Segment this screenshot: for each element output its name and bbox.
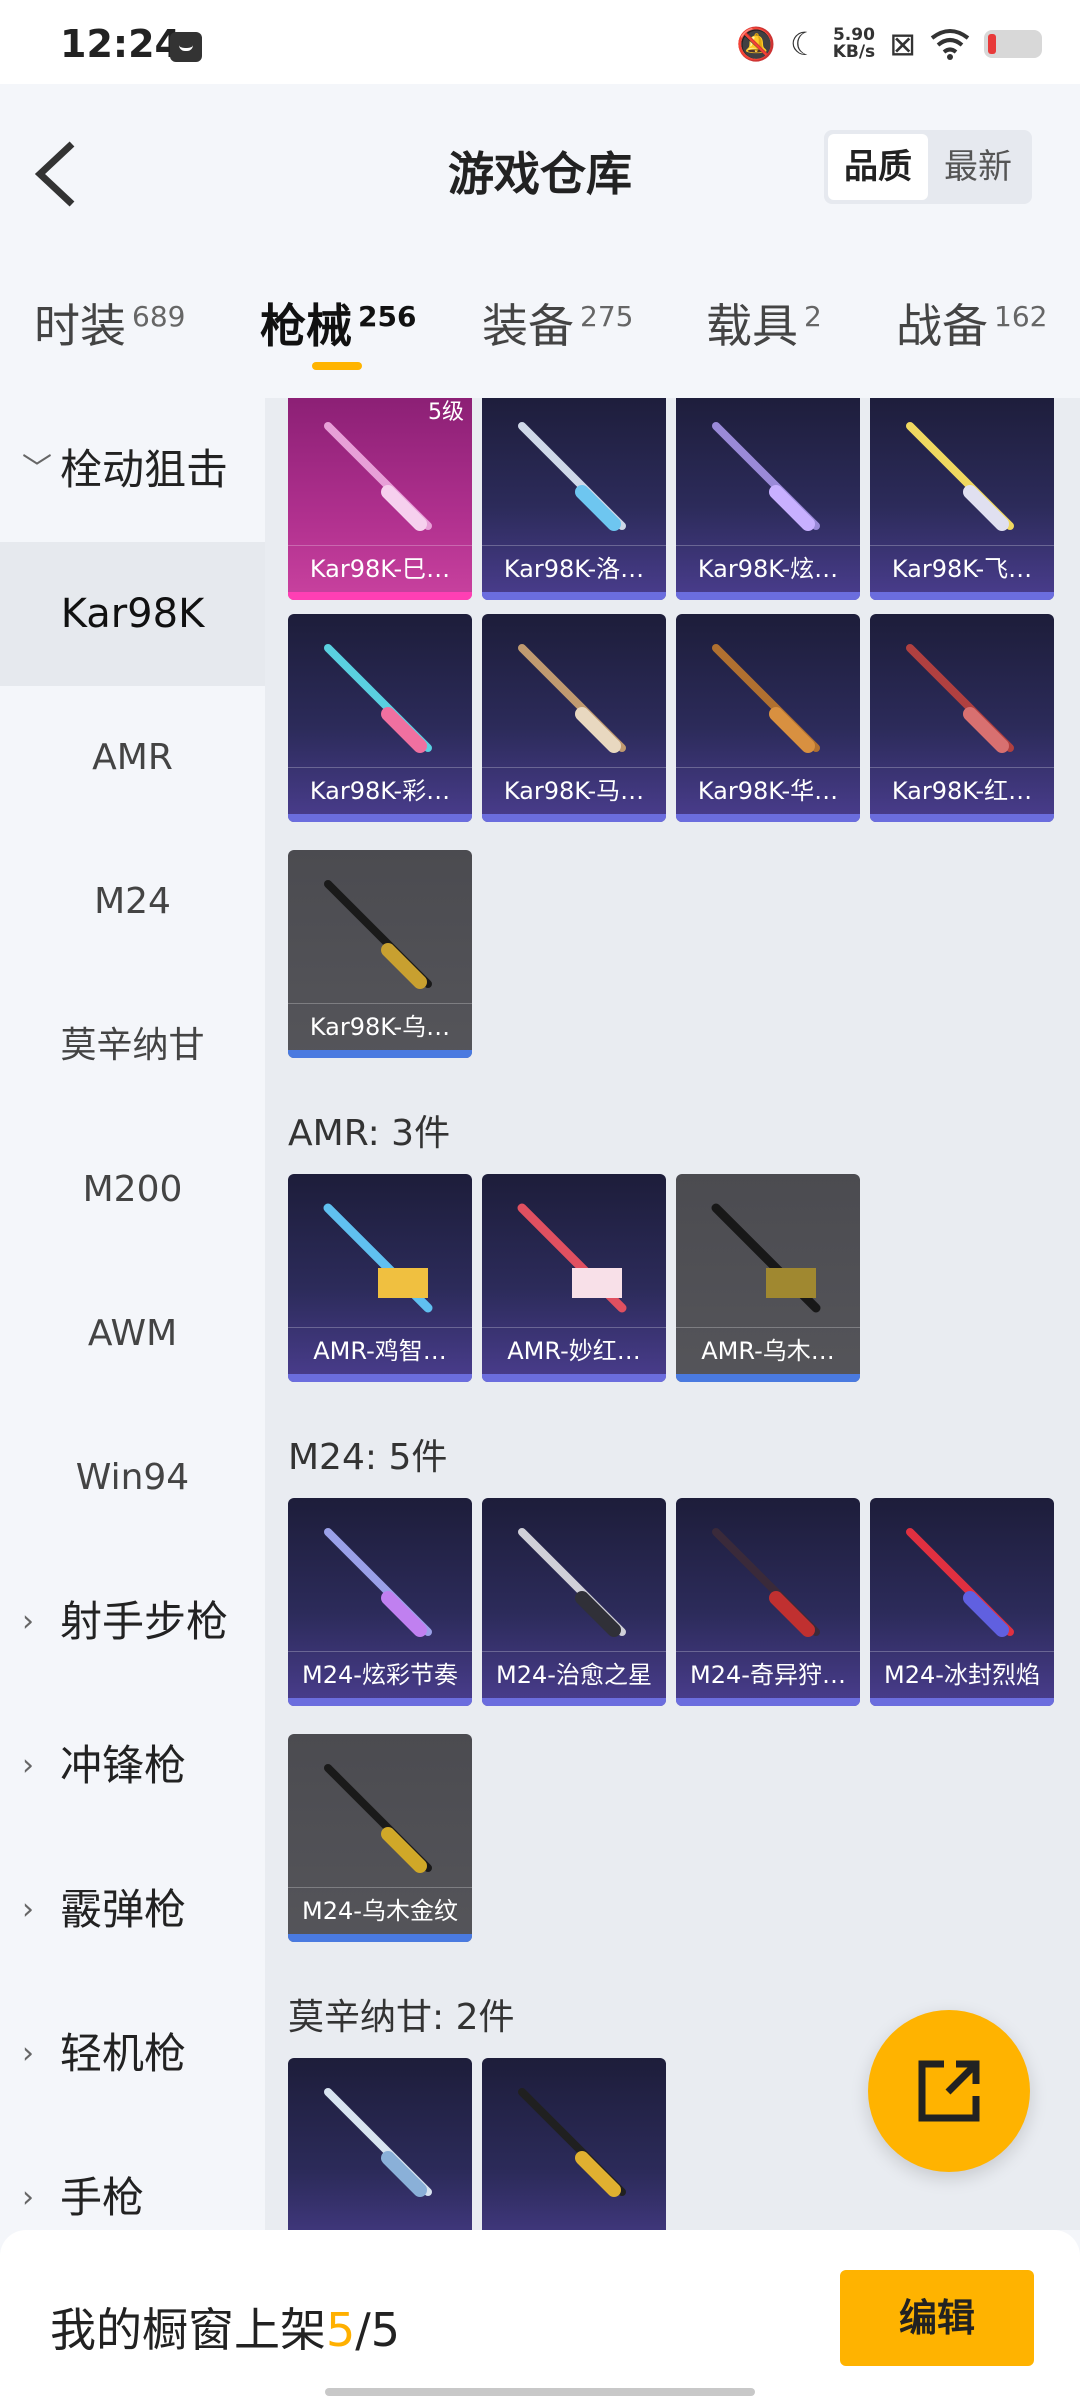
weapon-skin-card[interactable]: AMR-乌木… — [676, 1174, 860, 1382]
tab-vehicles[interactable]: 载具 2 — [706, 290, 822, 356]
chevron-down-icon: ﹀ — [22, 452, 52, 487]
weapon-skin-card[interactable]: Kar98K-乌… — [288, 850, 472, 1058]
sidebar-item-amr[interactable]: AMR — [0, 686, 265, 830]
chevron-right-icon: › — [22, 1892, 34, 1927]
weapon-skin-grid: 5级 Kar98K-巳… Kar98K-洛… Kar98K-炫… Kar98K-… — [265, 398, 1080, 2230]
rifle-skin-icon — [518, 1528, 626, 1637]
sidebar-group-bolt-action[interactable]: ﹀ 栓动狙击 — [0, 398, 265, 542]
chevron-right-icon: › — [22, 2180, 34, 2215]
sidebar-item-win94[interactable]: Win94 — [0, 1406, 265, 1550]
status-icons: 🔕 ☾ 5.90 KB/s ⊠ — [736, 24, 1042, 64]
sidebar-item-kar98k[interactable]: Kar98K — [0, 542, 265, 686]
rifle-skin-icon — [906, 1528, 1014, 1637]
weapon-skin-card[interactable] — [288, 2058, 472, 2230]
edit-button[interactable]: 编辑 — [840, 2270, 1034, 2366]
chevron-right-icon: › — [22, 1604, 34, 1639]
sort-newest-button[interactable]: 最新 — [928, 134, 1028, 200]
sidebar-group-shotgun[interactable]: › 霰弹枪 — [0, 1838, 265, 1982]
sort-toggle: 品质 最新 — [824, 130, 1032, 204]
rifle-skin-icon — [518, 644, 626, 753]
tab-fashion[interactable]: 时装 689 — [34, 290, 185, 356]
chevron-right-icon: › — [22, 1748, 34, 1783]
share-button[interactable] — [868, 2010, 1030, 2172]
status-bar: 12:24 🔕 ☾ 5.90 KB/s ⊠ — [0, 0, 1080, 84]
message-notification-icon — [170, 32, 202, 62]
rifle-skin-icon — [518, 422, 626, 531]
share-external-icon — [918, 2060, 980, 2122]
weapon-skin-card[interactable]: AMR-妙红… — [482, 1174, 666, 1382]
sidebar-group-lmg[interactable]: › 轻机枪 — [0, 1982, 265, 2126]
wifi-icon — [930, 29, 970, 60]
rifle-skin-icon — [324, 1528, 432, 1637]
tab-equipment[interactable]: 装备 275 — [482, 290, 633, 356]
section-title-mosin: 莫辛纳甘: 2件 — [288, 1997, 515, 2038]
rifle-skin-icon — [712, 422, 820, 531]
showcase-count: 我的橱窗上架5/5 — [50, 2303, 401, 2357]
sidebar-group-smg[interactable]: › 冲锋枪 — [0, 1694, 265, 1838]
weapon-skin-card[interactable]: Kar98K-洛… — [482, 398, 666, 600]
tab-guns[interactable]: 枪械 256 — [260, 290, 416, 356]
status-time: 12:24 — [60, 22, 181, 66]
sim-off-icon: ⊠ — [889, 25, 916, 63]
weapon-skin-card[interactable]: Kar98K-马… — [482, 614, 666, 822]
weapon-skin-card[interactable]: M24-奇异狩… — [676, 1498, 860, 1706]
mute-bell-icon: 🔕 — [736, 25, 777, 63]
rifle-skin-icon — [324, 422, 432, 531]
rifle-skin-icon — [712, 644, 820, 753]
sidebar-item-awm[interactable]: AWM — [0, 1262, 265, 1406]
moon-icon: ☾ — [790, 25, 819, 63]
battery-icon — [984, 30, 1042, 58]
sidebar-item-mosin[interactable]: 莫辛纳甘 — [0, 974, 265, 1118]
rifle-skin-icon — [324, 1764, 432, 1873]
weapon-skin-card[interactable]: Kar98K-红… — [870, 614, 1054, 822]
weapon-skin-card[interactable]: M24-炫彩节奏 — [288, 1498, 472, 1706]
sidebar-group-marksman[interactable]: › 射手步枪 — [0, 1550, 265, 1694]
weapon-skin-card[interactable]: Kar98K-华… — [676, 614, 860, 822]
category-tabs: 时装 689 枪械 256 装备 275 载具 2 战备 162 — [0, 260, 1080, 398]
rifle-skin-icon — [323, 1203, 433, 1313]
weapon-category-sidebar: ﹀ 栓动狙击 Kar98K AMR M24 莫辛纳甘 M200 AWM Win9… — [0, 398, 265, 2228]
weapon-skin-card[interactable]: 5级 Kar98K-巳… — [288, 398, 472, 600]
rifle-skin-icon — [906, 644, 1014, 753]
sort-quality-button[interactable]: 品质 — [828, 134, 928, 200]
weapon-skin-card[interactable]: Kar98K-彩… — [288, 614, 472, 822]
sidebar-item-m200[interactable]: M200 — [0, 1118, 265, 1262]
rifle-skin-icon — [324, 644, 432, 753]
network-speed: 5.90 KB/s — [832, 25, 876, 62]
rifle-skin-icon — [324, 880, 432, 989]
weapon-skin-card[interactable]: Kar98K-飞… — [870, 398, 1054, 600]
tab-supplies[interactable]: 战备 162 — [896, 290, 1047, 356]
weapon-skin-card[interactable]: M24-冰封烈焰 — [870, 1498, 1054, 1706]
rifle-skin-icon — [906, 422, 1014, 531]
rifle-skin-icon — [518, 2088, 626, 2197]
section-title-m24: M24: 5件 — [288, 1437, 448, 1478]
chevron-right-icon: › — [22, 2036, 34, 2071]
weapon-skin-card[interactable] — [482, 2058, 666, 2230]
rifle-skin-icon — [712, 1528, 820, 1637]
active-tab-indicator — [312, 362, 362, 370]
showcase-bottom-bar: 我的橱窗上架5/5 编辑 — [0, 2230, 1080, 2400]
rifle-skin-icon — [517, 1203, 627, 1313]
rifle-skin-icon — [324, 2088, 432, 2197]
weapon-skin-card[interactable]: AMR-鸡智… — [288, 1174, 472, 1382]
home-indicator[interactable] — [325, 2388, 755, 2396]
weapon-skin-card[interactable]: M24-治愈之星 — [482, 1498, 666, 1706]
weapon-skin-card[interactable]: Kar98K-炫… — [676, 398, 860, 600]
sidebar-item-m24[interactable]: M24 — [0, 830, 265, 974]
weapon-skin-card[interactable]: M24-乌木金纹 — [288, 1734, 472, 1942]
section-title-amr: AMR: 3件 — [288, 1113, 451, 1154]
rifle-skin-icon — [711, 1203, 821, 1313]
sidebar-group-pistol[interactable]: › 手枪 — [0, 2126, 265, 2228]
page-header: 游戏仓库 品质 最新 — [0, 84, 1080, 260]
